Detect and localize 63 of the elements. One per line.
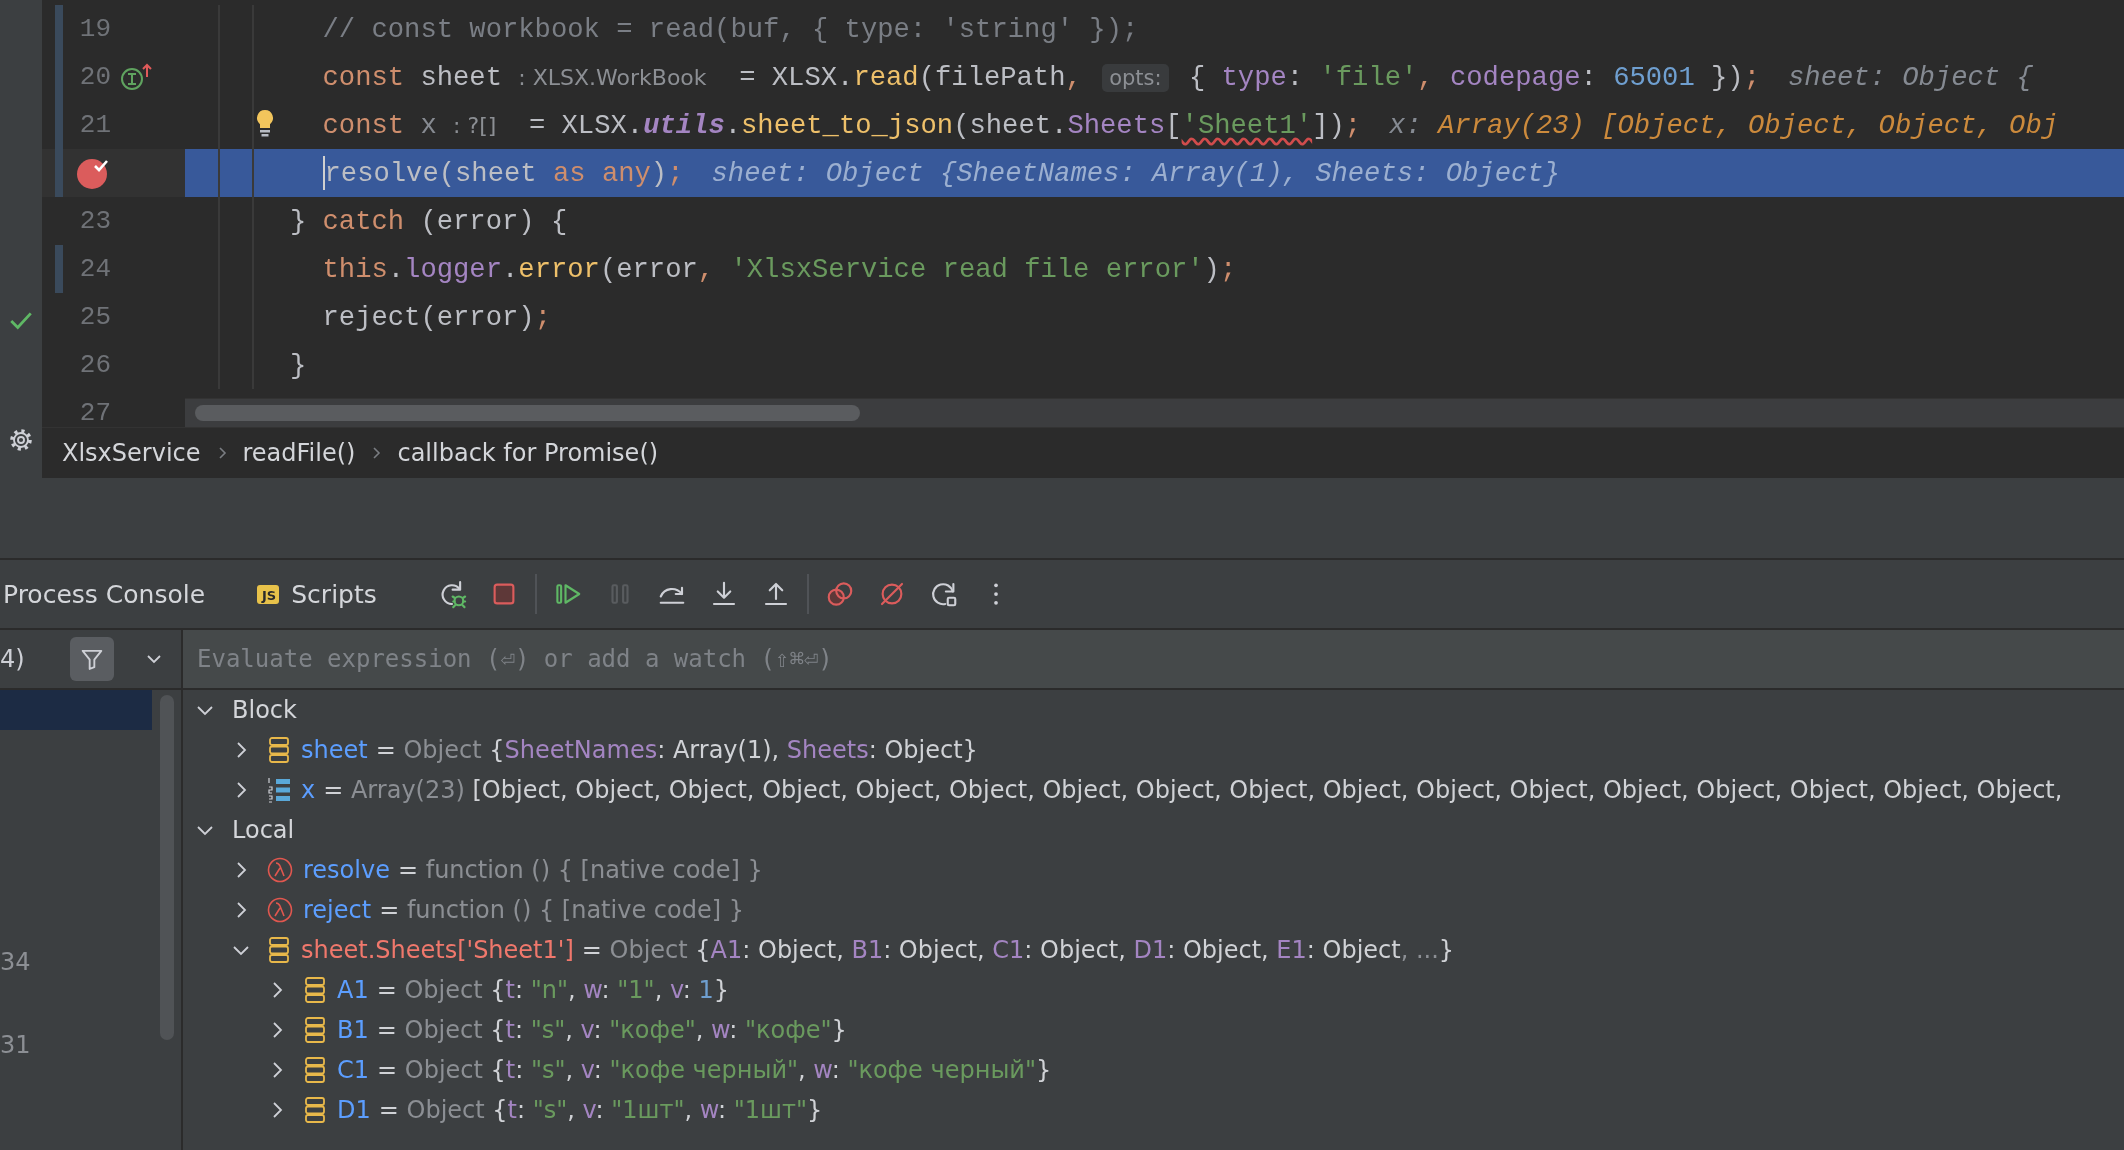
settings-icon[interactable] xyxy=(7,426,35,454)
variable-name[interactable]: sheet.Sheets['Sheet1'] xyxy=(301,936,574,964)
frame-line-number[interactable]: 34 xyxy=(0,947,31,976)
object-icon xyxy=(267,736,291,764)
filter-button[interactable] xyxy=(70,637,114,681)
variable-name[interactable]: x xyxy=(301,776,316,804)
variable-name[interactable]: D1 xyxy=(337,1096,371,1124)
lambda-icon xyxy=(267,857,293,883)
object-icon xyxy=(303,976,327,1004)
variable-value: = function () { [native code] } xyxy=(397,856,763,884)
variable-value: = Object {t: "s", v: "кофе", w: "кофе"} xyxy=(376,1016,847,1044)
code-line: const x : ?[] = XLSX.utils.sheet_to_json(sheet.Sheets['Sheet1']); xyxy=(322,109,1362,141)
variable-value: = function () { [native code] } xyxy=(379,896,744,924)
variable-name[interactable]: reject xyxy=(303,896,372,924)
inline-value: sheet: Object { xyxy=(1788,61,2033,93)
variable-value: = Object {t: "s", v: "кофе черный", w: "кофе черный"} xyxy=(377,1056,1052,1084)
code-line: reject(error); xyxy=(322,301,551,333)
scope-label[interactable]: Block xyxy=(232,696,297,724)
tool-tab[interactable]: JS Scripts xyxy=(254,579,380,609)
horizontal-scrollbar[interactable] xyxy=(185,398,2124,428)
variable-name[interactable]: B1 xyxy=(337,1016,369,1044)
frame-count: 4) xyxy=(0,645,26,673)
variable-value: = Object {t: "s", v: "1шт", w: "1шт"} xyxy=(378,1096,823,1124)
object-icon xyxy=(303,1056,327,1084)
variable-name[interactable]: C1 xyxy=(337,1056,370,1084)
code-line: resolve(sheet as any); xyxy=(324,157,684,189)
variable-value: = Object {SheetNames: Array(1), Sheets: Object} xyxy=(375,736,978,764)
scope-label[interactable]: Local xyxy=(232,816,295,844)
breadcrumb-item[interactable]: readFile() xyxy=(242,439,356,468)
tool-tab[interactable]: Process Console xyxy=(0,579,209,609)
lambda-icon xyxy=(267,897,293,923)
object-icon xyxy=(303,1016,327,1044)
line-number: 26 xyxy=(79,350,111,380)
object-icon xyxy=(303,1096,327,1124)
line-number: 20 xyxy=(79,62,111,92)
list-icon xyxy=(267,776,291,804)
breadcrumb-item[interactable]: callback for Promise() xyxy=(397,439,659,468)
scrollbar-thumb[interactable] xyxy=(195,405,860,422)
line-number: 19 xyxy=(79,14,111,44)
line-number: 25 xyxy=(79,302,111,332)
lightbulb-icon[interactable] xyxy=(255,109,275,137)
text-cursor xyxy=(322,156,325,190)
inline-value: sheet: Object {SheetNames: Array(1), Sheets: Object} xyxy=(711,157,1560,189)
breadcrumb-item[interactable]: XlsxService xyxy=(62,439,201,468)
frame-line-number[interactable]: 31 xyxy=(0,1030,31,1059)
variable-name[interactable]: resolve xyxy=(303,856,390,884)
variable-name[interactable]: sheet xyxy=(301,736,368,764)
code-line: // const workbook = read(buf, { type: 'string' }); xyxy=(322,13,1139,45)
line-number: 23 xyxy=(79,206,111,236)
object-icon xyxy=(267,936,291,964)
watch-field[interactable]: Evaluate expression (⏎) or add a watch (⇧⌘⏎) xyxy=(183,630,2124,688)
code-line: this.logger.error(error, 'XlsxService read file error'); xyxy=(322,253,1237,285)
code-line: } catch (error) { xyxy=(289,205,568,237)
variable-value: = Object {A1: Object, B1: Object, C1: Object, D1: Object, E1: Object, ...} xyxy=(581,936,1455,964)
inline-value: x: Array(23) [Object, Object, Object, Obj xyxy=(1389,109,2059,141)
line-number: 24 xyxy=(79,254,111,284)
line-number: 27 xyxy=(79,398,111,428)
variable-name[interactable]: A1 xyxy=(337,976,369,1004)
code-line: const sheet : XLSX.WorkBook = XLSX.read(filePath, opts: { type: 'file', codepage: 65001 }); xyxy=(322,61,1760,93)
variable-value: = Array(23) [Object, Object, Object, Object, Object, Object, Object, Object, Object, Object, Object, Object, Object, Object, Object, Object, Object, xyxy=(323,776,2063,804)
variable-value: = Object {t: "n", w: "1", v: 1} xyxy=(376,976,730,1004)
line-number: 21 xyxy=(79,110,111,140)
code-line: } xyxy=(289,349,307,381)
